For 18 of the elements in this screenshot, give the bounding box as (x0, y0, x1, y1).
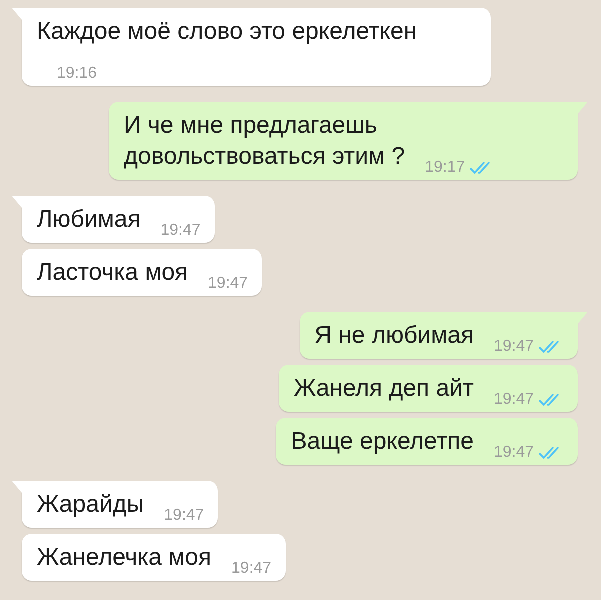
message-time: 19:16 (57, 65, 98, 83)
message-text: Ласточка моя (37, 259, 188, 286)
message-text: Жанеля деп айт (294, 375, 474, 402)
message-time: 19:47 (164, 507, 204, 525)
message-time: 19:47 (232, 560, 272, 578)
message-text: И че мне предлагаешь довольствоваться этим ? (124, 112, 406, 170)
message-time: 19:17 (425, 159, 466, 177)
message-time: 19:47 (494, 391, 534, 409)
message-text: Я не любимая (314, 322, 474, 349)
message-text: Ваще еркелетпе (291, 428, 474, 455)
message-time: 19:47 (494, 444, 534, 462)
message-text: Каждое моё слово это еркелеткен (37, 18, 418, 45)
message-text: Жарайды (37, 491, 144, 518)
message-text: Любимая (37, 206, 141, 233)
message-time: 19:47 (160, 222, 201, 240)
message-time: 19:47 (208, 275, 248, 293)
message-time: 19:47 (494, 338, 534, 356)
message-text: Жанелечка моя (37, 544, 212, 571)
